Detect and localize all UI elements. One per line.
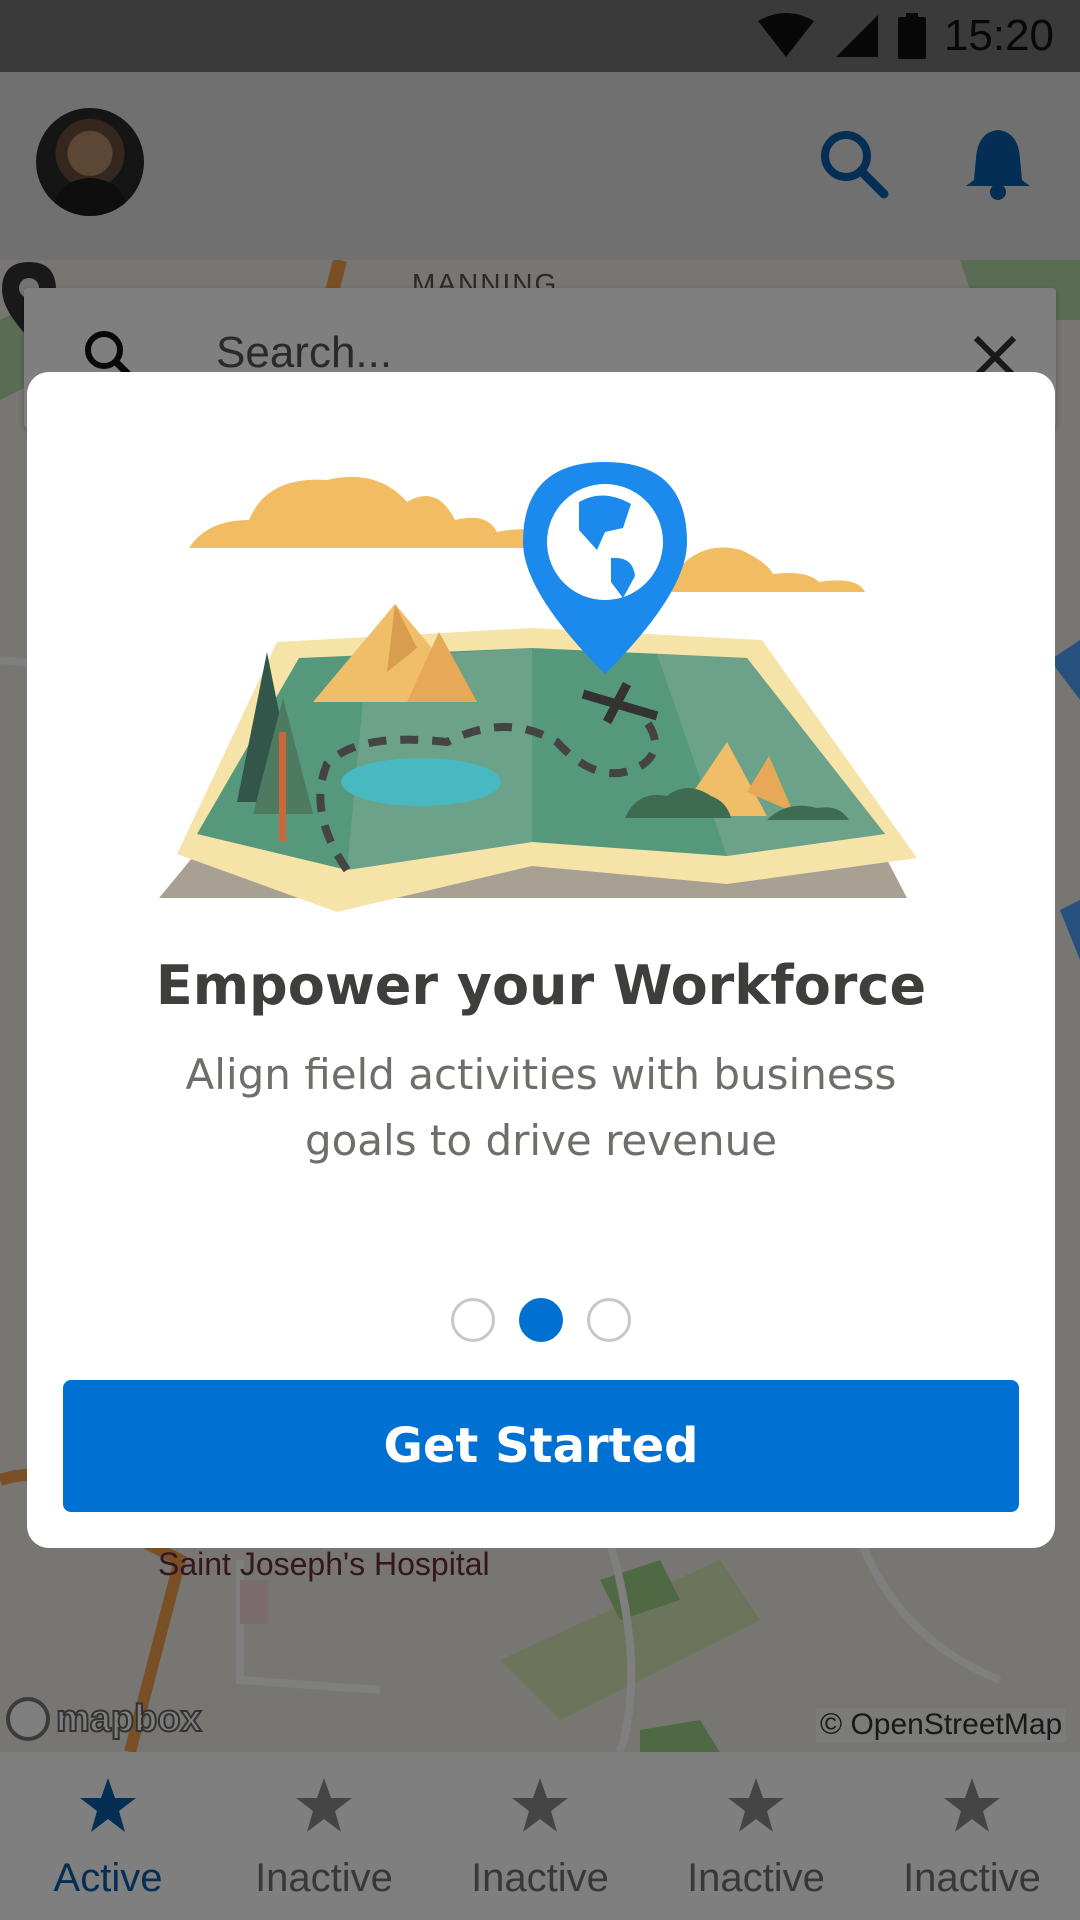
pagination-dot-active[interactable]: [519, 1298, 563, 1342]
onboarding-modal: Empower your Workforce Align field activ…: [27, 372, 1055, 1548]
pagination-dots: [27, 1298, 1055, 1342]
pagination-dot[interactable]: [587, 1298, 631, 1342]
get-started-button[interactable]: Get Started: [63, 1380, 1019, 1512]
map-illustration: [159, 462, 917, 912]
modal-subtitle: Align field activities with business goa…: [185, 1050, 897, 1165]
pagination-dot[interactable]: [451, 1298, 495, 1342]
modal-title: Empower your Workforce: [155, 954, 927, 1017]
